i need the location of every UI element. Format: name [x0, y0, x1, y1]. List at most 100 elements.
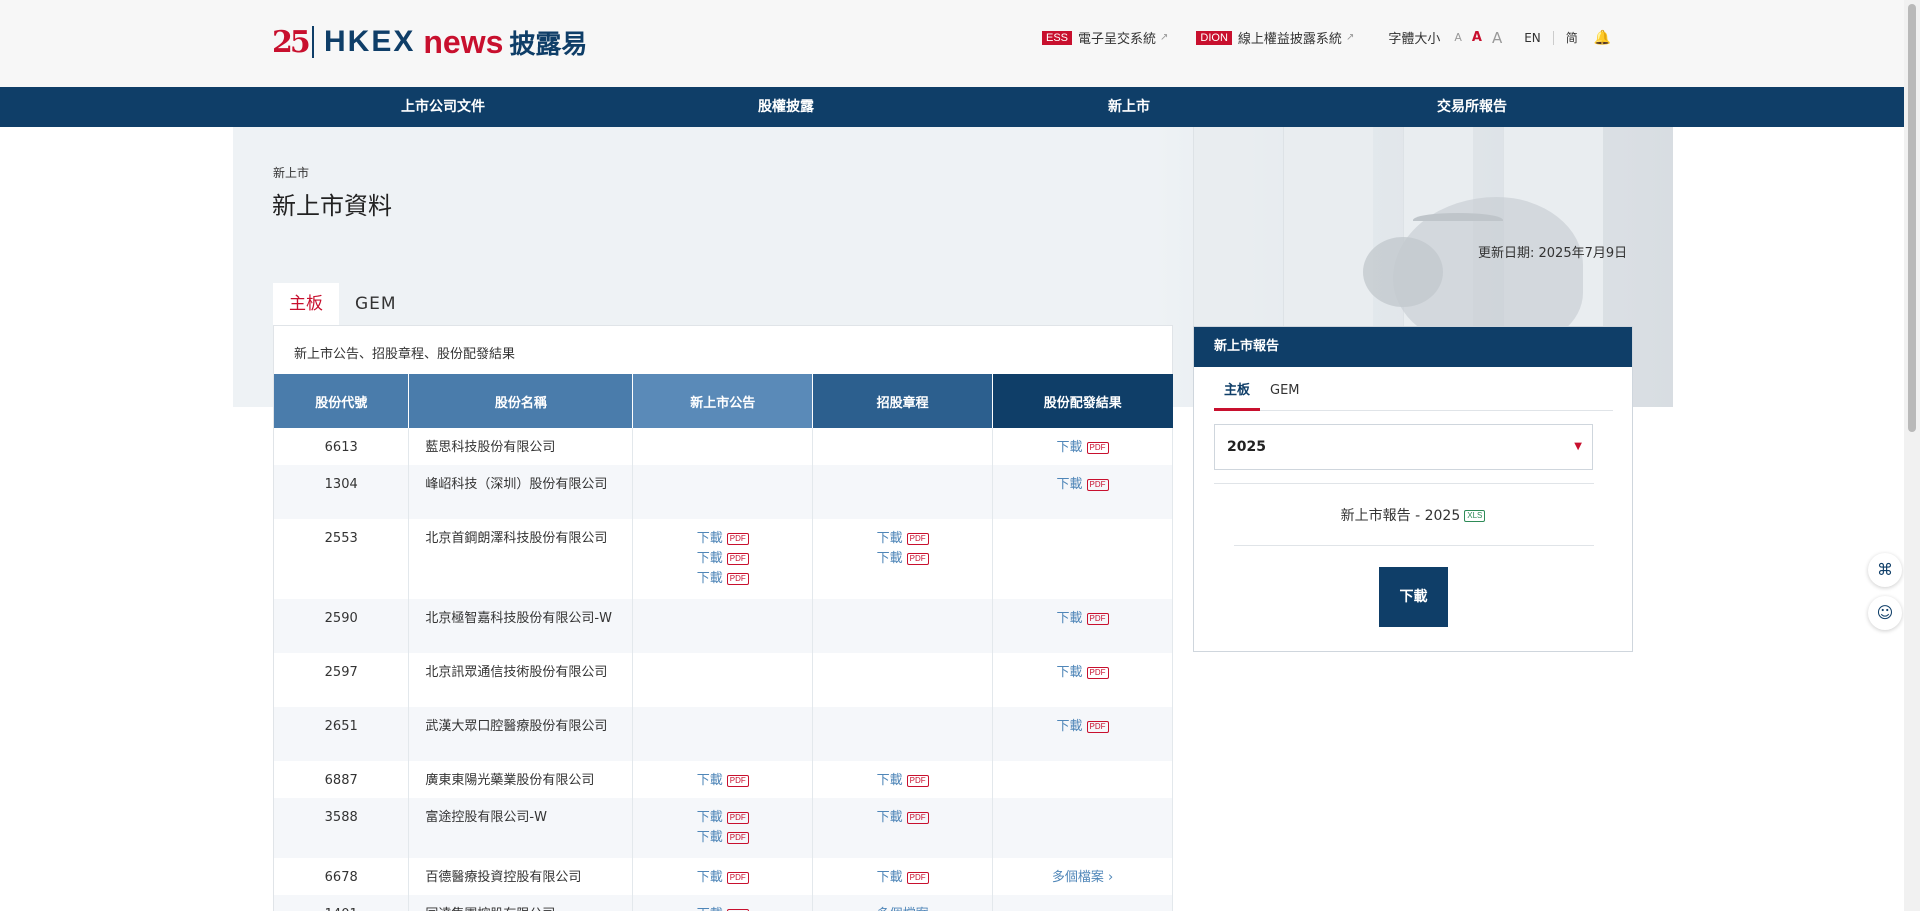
download-link[interactable]: 下載: [697, 549, 723, 569]
stock-name: 富途控股有限公司-W: [408, 798, 634, 858]
allotment-results-cell: [992, 761, 1173, 798]
column-header-stock-name[interactable]: 股份名稱: [408, 374, 634, 428]
stock-name: 廣東東陽光藥業股份有限公司: [408, 761, 634, 798]
download-link[interactable]: 下載: [697, 828, 723, 848]
pdf-icon: PDF: [726, 552, 749, 565]
anniversary-25-logo: 25: [272, 24, 311, 60]
stock-code: 2597: [274, 653, 410, 707]
font-size-label: 字體大小: [1388, 32, 1441, 47]
listing-announcement-cell: [632, 653, 814, 707]
external-link-icon: ↗: [1345, 32, 1355, 43]
table-row: 6678 百德醫療投資控股有限公司 下載 PDF 下載 PDF 多個檔案 ›: [274, 858, 1173, 895]
font-size-medium-button[interactable]: A: [1472, 30, 1482, 45]
nav-exchange-reports[interactable]: 交易所報告: [1437, 87, 1507, 127]
ess-badge: ESS: [1042, 30, 1073, 45]
report-tab-main-board[interactable]: 主板: [1214, 379, 1261, 411]
pdf-icon: PDF: [726, 774, 749, 787]
apps-grid-icon[interactable]: ⌘: [1868, 553, 1902, 587]
stock-name: 藍思科技股份有限公司: [408, 428, 634, 465]
external-link-icon: ↗: [1160, 32, 1169, 43]
download-link[interactable]: 下載: [877, 529, 903, 549]
nav-new-listings[interactable]: 新上市: [1108, 87, 1150, 127]
pdf-icon: PDF: [726, 811, 749, 824]
hkexnews-logo[interactable]: 25 HKEX news 披露易: [272, 24, 587, 60]
stock-code: 2553: [274, 519, 410, 599]
listing-announcement-cell: [632, 465, 814, 519]
multiple-files-link[interactable]: 多個檔案: [1052, 870, 1104, 885]
dion-link[interactable]: 線上權益披露系統: [1238, 28, 1342, 47]
panel-subtitle: 新上市公告、招股章程、股份配發結果: [294, 347, 516, 362]
pdf-icon: PDF: [906, 552, 929, 565]
nav-listed-company-documents[interactable]: 上市公司文件: [401, 87, 485, 127]
listing-announcement-cell: 下載PDF: [632, 761, 814, 798]
allotment-results-cell: [992, 895, 1173, 911]
tab-gem[interactable]: GEM: [339, 283, 413, 325]
table-row: 1304 峰岹科技（深圳）股份有限公司 下載 PDF: [274, 465, 1173, 519]
download-link[interactable]: 下載: [697, 905, 723, 911]
page-scrollbar[interactable]: [1904, 0, 1920, 911]
column-header-stock-code[interactable]: 股份代號: [274, 374, 410, 428]
multiple-files-link[interactable]: 多個檔案: [877, 907, 929, 911]
prospectus-cell: [812, 428, 994, 465]
pdf-icon: PDF: [1086, 612, 1109, 625]
ess-link[interactable]: 電子呈交系統: [1078, 28, 1156, 47]
download-link[interactable]: 下載: [1057, 475, 1083, 495]
prospectus-cell: 下載 PDF: [812, 761, 994, 798]
nav-disclosure-of-interests[interactable]: 股權披露: [758, 87, 814, 127]
download-link[interactable]: 下載: [697, 808, 723, 828]
download-link[interactable]: 下載: [877, 868, 903, 888]
listing-announcement-cell: [632, 707, 814, 761]
bell-icon[interactable]: 🔔: [1594, 30, 1611, 46]
download-report-button[interactable]: 下載: [1379, 567, 1448, 627]
download-link[interactable]: 下載: [877, 808, 903, 828]
pdf-icon: PDF: [906, 811, 929, 824]
breadcrumb[interactable]: 新上市: [273, 164, 309, 181]
chatbot-icon[interactable]: ☺: [1868, 596, 1902, 630]
year-select[interactable]: 2025 ▼: [1214, 424, 1593, 470]
column-header-prospectus[interactable]: 招股章程: [812, 374, 994, 428]
pdf-icon: PDF: [906, 532, 929, 545]
download-link[interactable]: 下載: [877, 771, 903, 791]
stock-name: 北京訊眾通信技術股份有限公司: [408, 653, 634, 707]
download-link[interactable]: 下載: [1057, 438, 1083, 458]
language-sc-link[interactable]: 简: [1566, 29, 1578, 46]
column-header-allotment-results[interactable]: 股份配發結果: [992, 374, 1173, 428]
pdf-icon: PDF: [1086, 720, 1109, 733]
allotment-results-cell: 多個檔案 ›: [992, 858, 1173, 895]
allotment-results-cell: 下載 PDF: [992, 428, 1173, 465]
scrollbar-thumb[interactable]: [1908, 4, 1916, 432]
prospectus-cell: 多個檔案: [812, 895, 994, 911]
font-size-small-button[interactable]: A: [1454, 31, 1462, 44]
download-link[interactable]: 下載: [697, 868, 723, 888]
column-header-listing-announcement[interactable]: 新上市公告: [632, 374, 814, 428]
table-row: 6887 廣東東陽光藥業股份有限公司 下載 PDF 下載 PDF: [274, 761, 1173, 798]
prospectus-cell: 下載 PDF: [812, 798, 994, 858]
allotment-results-cell: [992, 519, 1173, 599]
table-row: 2597 北京訊眾通信技術股份有限公司 下載 PDF: [274, 653, 1173, 707]
year-select-value: 2025: [1227, 439, 1266, 455]
listing-announcement-cell: [632, 599, 814, 653]
download-link[interactable]: 下載: [697, 771, 723, 791]
download-link[interactable]: 下載: [697, 529, 723, 549]
download-link[interactable]: 下載: [697, 569, 723, 589]
stock-name: 北京極智嘉科技股份有限公司-W: [408, 599, 634, 653]
logo-hkex-text: HKEX: [324, 25, 416, 58]
listing-announcement-cell: 下載 PDF 下載 PDF: [632, 798, 814, 858]
logo-chinese-text: 披露易: [509, 29, 588, 60]
report-file: 新上市報告 - 2025 XLS: [1194, 505, 1632, 525]
download-link[interactable]: 下載: [1057, 717, 1083, 737]
font-size-large-button[interactable]: A: [1492, 29, 1502, 47]
download-link[interactable]: 下載: [1057, 609, 1083, 629]
report-board-tabs: 主板 GEM: [1214, 379, 1613, 411]
listing-announcement-cell: 下載 PDF 下載 PDF 下載 PDF: [632, 519, 814, 599]
allotment-results-cell: 下載 PDF: [992, 653, 1173, 707]
main-nav: 上市公司文件 股權披露 新上市 交易所報告: [0, 87, 1904, 127]
report-tab-gem[interactable]: GEM: [1260, 379, 1310, 411]
xls-icon: XLS: [1464, 510, 1486, 522]
board-tabs: 主板 GEM: [273, 283, 413, 325]
download-link[interactable]: 下載: [1057, 663, 1083, 683]
tab-main-board[interactable]: 主板: [273, 283, 339, 325]
language-en-link[interactable]: EN: [1524, 30, 1554, 45]
download-link[interactable]: 下載: [877, 549, 903, 569]
pdf-icon: PDF: [726, 831, 749, 844]
